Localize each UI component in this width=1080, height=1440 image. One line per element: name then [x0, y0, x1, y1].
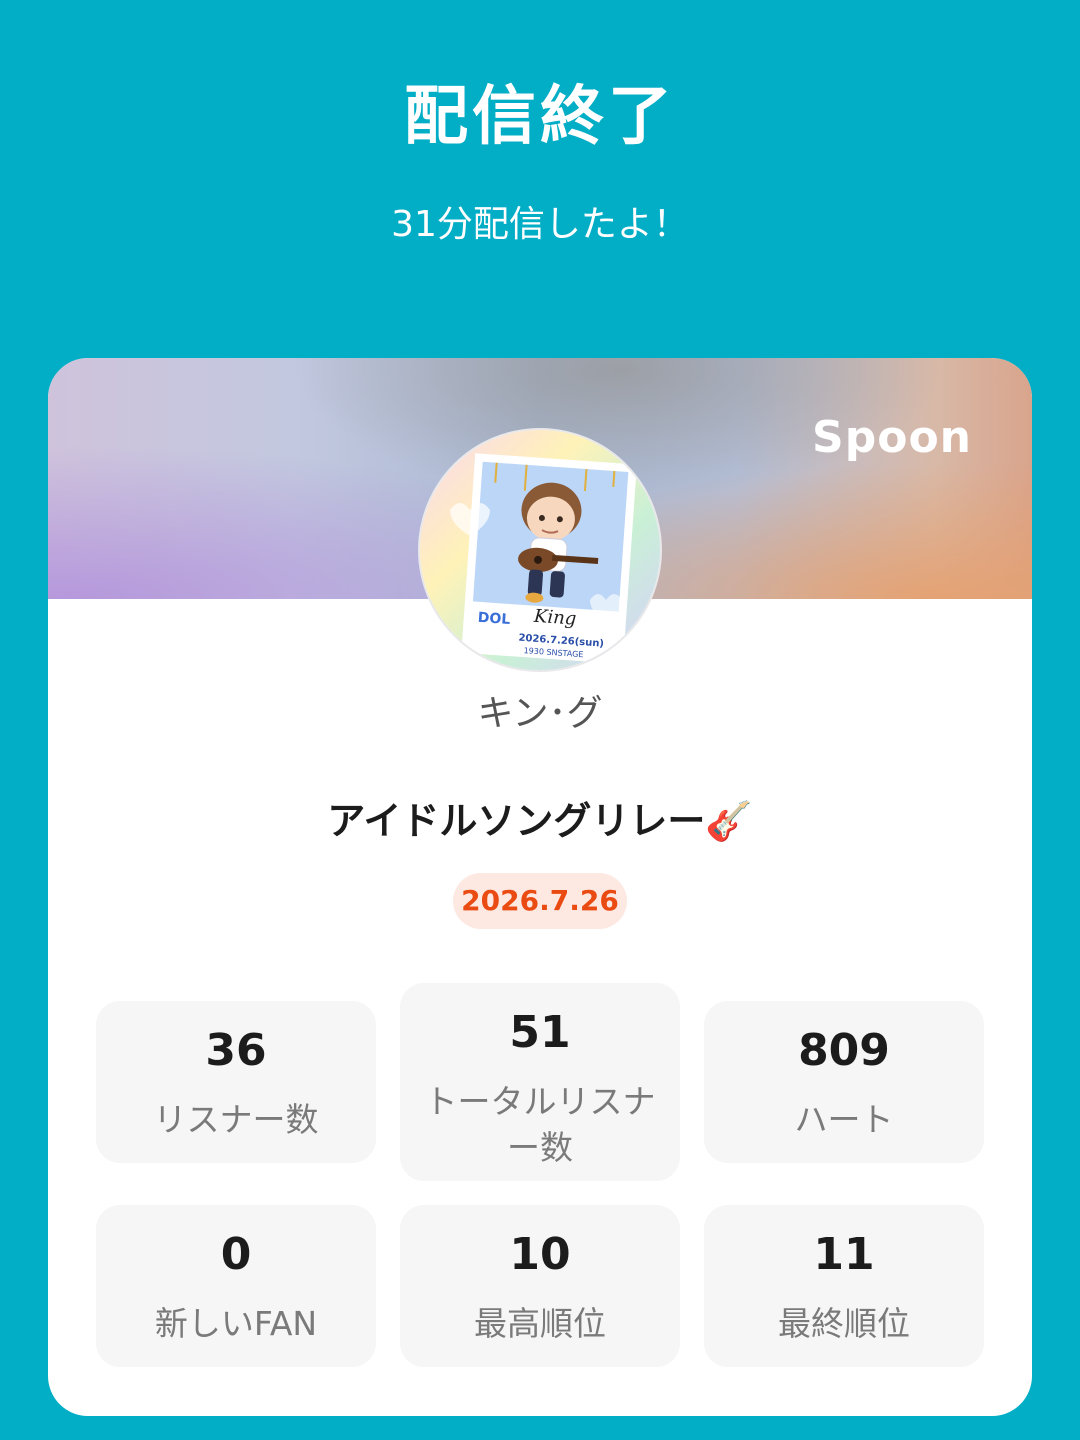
broadcast-duration: 31分配信したよ！ — [391, 204, 689, 245]
stat-label: 最終順位 — [778, 1304, 910, 1343]
date-badge: 2026.7.26 — [453, 873, 627, 929]
live-title: アイドルソングリレー🎸 — [327, 799, 753, 843]
svg-text:DOL: DOL — [477, 610, 511, 628]
stat-value: 51 — [509, 1007, 571, 1058]
stat-value: 809 — [798, 1025, 890, 1076]
page-title: 配信終了 — [404, 80, 676, 154]
stat-label: リスナー数 — [153, 1100, 319, 1139]
stat-highest-rank: 10 最高順位 — [400, 1205, 680, 1367]
stat-value: 10 — [509, 1229, 571, 1280]
stat-hearts: 809 ハート — [704, 1001, 984, 1163]
stat-new-fans: 0 新しいFAN — [96, 1205, 376, 1367]
summary-card: Spoon DOL King 2026.7.26(sun) 1930 SNSTA… — [48, 358, 1032, 1416]
stat-final-rank: 11 最終順位 — [704, 1205, 984, 1367]
stat-value: 0 — [220, 1229, 252, 1280]
brand-logo: Spoon — [812, 412, 972, 463]
stat-total-listeners: 51 トータルリスナー数 — [400, 983, 680, 1181]
stat-value: 11 — [813, 1229, 875, 1280]
avatar: DOL King 2026.7.26(sun) 1930 SNSTAGE — [420, 430, 660, 670]
stat-label: ハート — [794, 1100, 894, 1139]
username: キン･グ — [477, 693, 603, 734]
stat-listeners: 36 リスナー数 — [96, 1001, 376, 1163]
dj-avatar-illustration-icon: DOL King 2026.7.26(sun) 1930 SNSTAGE — [420, 430, 660, 670]
stat-label: 新しいFAN — [154, 1304, 318, 1343]
svg-text:King: King — [532, 606, 577, 630]
stat-label: 最高順位 — [474, 1304, 606, 1343]
stat-value: 36 — [205, 1025, 267, 1076]
stat-label: トータルリスナー数 — [424, 1082, 656, 1167]
